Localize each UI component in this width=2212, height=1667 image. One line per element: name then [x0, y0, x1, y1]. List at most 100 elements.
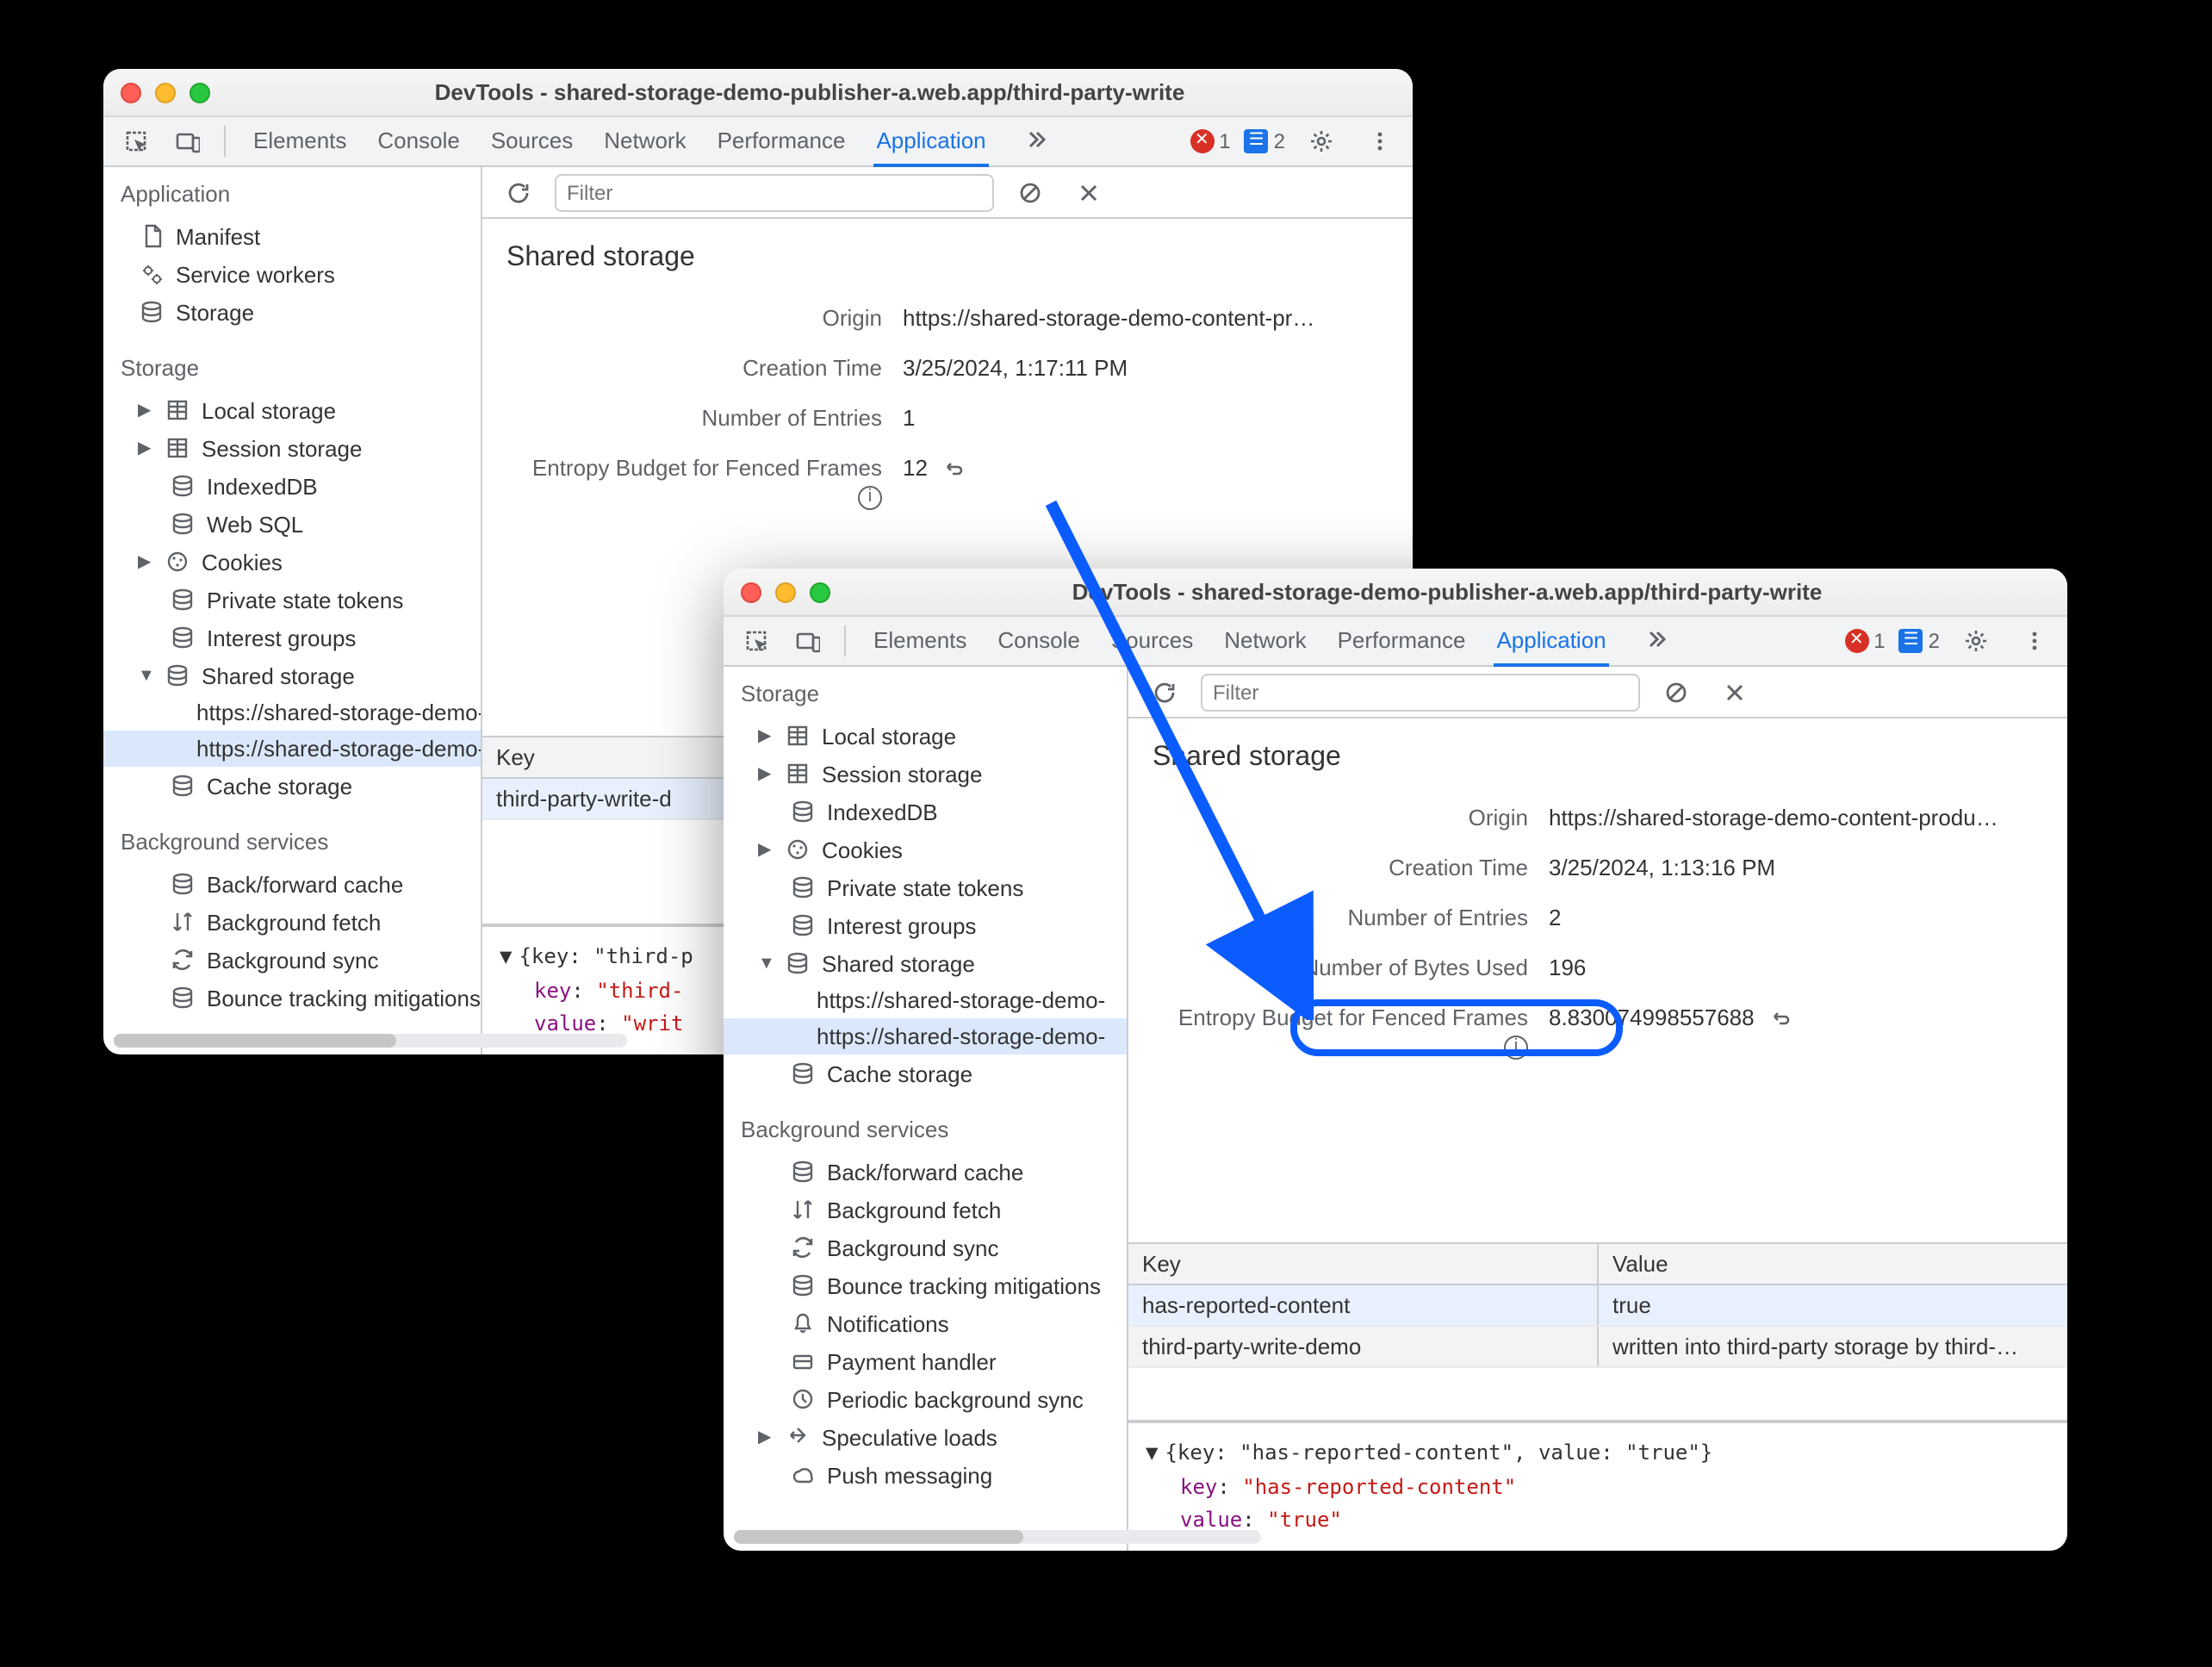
sidebar-item-cookies[interactable]: ▶Cookies — [724, 830, 1127, 868]
sidebar-item-shared-origin-1[interactable]: https://shared-storage-demo- — [724, 982, 1127, 1018]
table-row[interactable]: third-party-write-demo written into thir… — [1128, 1328, 2067, 1369]
error-badge[interactable]: ✕1 — [1190, 129, 1230, 153]
error-badge[interactable]: ✕1 — [1844, 629, 1885, 653]
settings-icon[interactable] — [1954, 619, 1998, 663]
overflow-tabs-icon[interactable] — [1014, 116, 1059, 161]
sidebar-item-session-storage[interactable]: ▶Session storage — [103, 429, 481, 467]
close-button[interactable] — [121, 82, 141, 103]
sidebar-item-bgsync[interactable]: Background sync — [724, 1228, 1127, 1266]
sidebar-item-periodic-sync[interactable]: Periodic background sync — [724, 1380, 1127, 1418]
collapse-icon[interactable]: ▶ — [758, 840, 774, 859]
reset-entropy-icon[interactable] — [941, 455, 966, 481]
sidebar-item-bounce[interactable]: Bounce tracking mitigations — [724, 1266, 1127, 1304]
zoom-button[interactable] — [190, 82, 210, 103]
collapse-icon[interactable]: ▶ — [138, 552, 153, 571]
inspect-icon[interactable] — [114, 119, 158, 164]
sidebar-item-shared-origin-2[interactable]: https://shared-storage-demo- — [724, 1018, 1127, 1054]
expand-icon[interactable]: ▼ — [758, 954, 774, 973]
inspect-icon[interactable] — [734, 619, 779, 663]
sidebar-item-interest-groups[interactable]: Interest groups — [724, 906, 1127, 944]
sidebar-item-cache-storage[interactable]: Cache storage — [724, 1054, 1127, 1092]
tab-sources[interactable]: Sources — [488, 116, 576, 166]
sidebar-item-shared-storage[interactable]: ▼Shared storage — [103, 656, 481, 694]
sidebar-item-private-state-tokens[interactable]: Private state tokens — [103, 581, 481, 619]
sidebar-item-cookies[interactable]: ▶Cookies — [103, 543, 481, 581]
reset-entropy-icon[interactable] — [1768, 1005, 1793, 1030]
expand-icon[interactable]: ▼ — [1146, 1441, 1158, 1465]
sidebar-item-payment-handler[interactable]: Payment handler — [724, 1342, 1127, 1380]
tab-network[interactable]: Network — [600, 116, 689, 166]
sidebar-item-interest-groups[interactable]: Interest groups — [103, 619, 481, 656]
overflow-tabs-icon[interactable] — [1634, 616, 1679, 661]
close-icon[interactable] — [1066, 170, 1111, 215]
sidebar-item-storage[interactable]: Storage — [103, 293, 481, 331]
scrollbar-thumb[interactable] — [734, 1530, 1024, 1544]
refresh-icon[interactable] — [496, 170, 541, 215]
sidebar-item-websql[interactable]: Web SQL — [103, 505, 481, 543]
scrollbar-thumb[interactable] — [114, 1034, 396, 1048]
sidebar-item-shared-origin-1[interactable]: https://shared-storage-demo- — [103, 694, 481, 731]
tab-performance[interactable]: Performance — [1334, 616, 1469, 666]
collapse-icon[interactable]: ▶ — [138, 439, 153, 457]
sidebar-item-bounce[interactable]: Bounce tracking mitigations — [103, 979, 481, 1017]
tab-sources[interactable]: Sources — [1108, 616, 1196, 666]
traffic-lights[interactable] — [741, 582, 830, 602]
titlebar[interactable]: DevTools - shared-storage-demo-publisher… — [724, 569, 2067, 617]
collapse-icon[interactable]: ▶ — [758, 1428, 774, 1446]
sidebar-item-local-storage[interactable]: ▶Local storage — [724, 717, 1127, 755]
expand-icon[interactable]: ▼ — [500, 945, 512, 969]
device-toggle-icon[interactable] — [786, 619, 830, 663]
sidebar-item-bfcache[interactable]: Back/forward cache — [724, 1153, 1127, 1191]
settings-icon[interactable] — [1299, 119, 1344, 164]
sidebar-item-shared-storage[interactable]: ▼Shared storage — [724, 944, 1127, 982]
tab-network[interactable]: Network — [1221, 616, 1309, 666]
collapse-icon[interactable]: ▶ — [758, 726, 774, 745]
kebab-menu-icon[interactable] — [2012, 619, 2057, 663]
table-row[interactable]: has-reported-content true — [1128, 1286, 2067, 1328]
sidebar-item-bgsync[interactable]: Background sync — [103, 941, 481, 979]
application-sidebar[interactable]: Storage ▶Local storage ▶Session storage … — [724, 667, 1128, 1551]
sidebar-item-bgfetch[interactable]: Background fetch — [103, 903, 481, 941]
sidebar-item-push-messaging[interactable]: Push messaging — [724, 1456, 1127, 1494]
device-toggle-icon[interactable] — [165, 119, 210, 164]
traffic-lights[interactable] — [121, 82, 210, 103]
clear-icon[interactable] — [1008, 170, 1053, 215]
collapse-icon[interactable]: ▶ — [138, 401, 153, 420]
tab-console[interactable]: Console — [994, 616, 1083, 666]
sidebar-item-indexeddb[interactable]: IndexedDB — [103, 467, 481, 505]
tab-elements[interactable]: Elements — [250, 116, 350, 166]
sidebar-item-cache-storage[interactable]: Cache storage — [103, 767, 481, 805]
zoom-button[interactable] — [810, 582, 830, 602]
col-value[interactable]: Value — [1599, 1245, 2067, 1284]
tab-performance[interactable]: Performance — [714, 116, 849, 166]
refresh-icon[interactable] — [1142, 669, 1187, 714]
clear-icon[interactable] — [1654, 669, 1699, 714]
sidebar-item-manifest[interactable]: Manifest — [103, 217, 481, 255]
sidebar-item-speculative-loads[interactable]: ▶Speculative loads — [724, 1418, 1127, 1456]
sidebar-item-indexeddb[interactable]: IndexedDB — [724, 793, 1127, 830]
sidebar-item-notifications[interactable]: Notifications — [724, 1304, 1127, 1342]
sidebar-item-shared-origin-2[interactable]: https://shared-storage-demo- — [103, 731, 481, 767]
scrollbar-horizontal[interactable] — [114, 1034, 482, 1048]
tab-application[interactable]: Application — [1493, 616, 1609, 666]
application-sidebar[interactable]: Application Manifest Service workers Sto… — [103, 167, 482, 1054]
kebab-menu-icon[interactable] — [1358, 119, 1402, 164]
sidebar-item-bfcache[interactable]: Back/forward cache — [103, 865, 481, 903]
titlebar[interactable]: DevTools - shared-storage-demo-publisher… — [103, 69, 1413, 117]
info-tooltip-icon[interactable]: i — [858, 485, 882, 509]
close-button[interactable] — [741, 582, 761, 602]
info-tooltip-icon[interactable]: i — [1504, 1035, 1528, 1059]
expand-icon[interactable]: ▼ — [138, 666, 153, 685]
info-badge[interactable]: ☰2 — [1899, 629, 1940, 653]
minimize-button[interactable] — [775, 582, 796, 602]
sidebar-item-local-storage[interactable]: ▶Local storage — [103, 391, 481, 429]
tab-elements[interactable]: Elements — [870, 616, 970, 666]
close-icon[interactable] — [1712, 669, 1757, 714]
tab-console[interactable]: Console — [374, 116, 463, 166]
sidebar-item-service-workers[interactable]: Service workers — [103, 255, 481, 293]
filter-input[interactable] — [1201, 673, 1640, 711]
filter-input[interactable] — [555, 173, 994, 211]
sidebar-item-private-state-tokens[interactable]: Private state tokens — [724, 868, 1127, 906]
info-badge[interactable]: ☰2 — [1245, 129, 1285, 153]
tab-application[interactable]: Application — [873, 116, 989, 166]
